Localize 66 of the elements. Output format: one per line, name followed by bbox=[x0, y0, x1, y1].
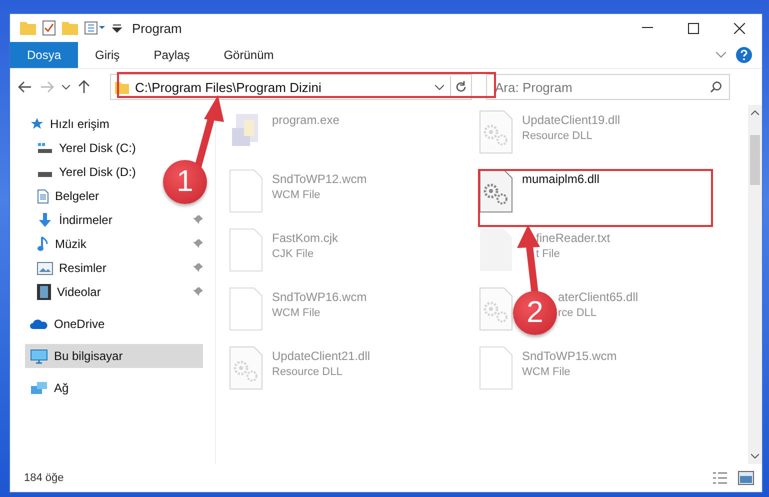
sidebar-item[interactable]: Belgeler bbox=[25, 184, 104, 208]
file-type: WCM File bbox=[522, 366, 570, 378]
customize-icon bbox=[112, 23, 122, 33]
chevron-down-icon[interactable] bbox=[62, 84, 70, 90]
step-badge: 1 bbox=[163, 160, 207, 204]
close-icon[interactable] bbox=[734, 22, 744, 34]
file-type: WCM File bbox=[272, 189, 320, 201]
network-icon bbox=[30, 380, 48, 396]
sidebar-item[interactable]: Bu bilgisayar bbox=[25, 344, 203, 368]
sidebar-item[interactable]: İndirmeler bbox=[25, 208, 203, 232]
file-type: CJK File bbox=[272, 248, 314, 260]
refresh-icon[interactable] bbox=[455, 81, 467, 93]
image-icon bbox=[37, 262, 53, 274]
search-field[interactable]: Ara: Program bbox=[486, 74, 730, 100]
star-icon bbox=[30, 117, 44, 131]
file-type: rce DLL bbox=[558, 307, 597, 319]
sidebar-item[interactable]: Müzik bbox=[25, 232, 203, 256]
computer-icon bbox=[30, 348, 48, 364]
scroll-down-icon[interactable] bbox=[751, 454, 759, 459]
pin-icon bbox=[193, 263, 203, 273]
chevron-down-icon[interactable] bbox=[716, 52, 726, 58]
help-icon[interactable] bbox=[736, 47, 752, 63]
pin-icon bbox=[193, 215, 203, 225]
details-view-icon[interactable] bbox=[712, 471, 728, 485]
sidebar-item[interactable]: Resimler bbox=[25, 256, 203, 280]
pin-icon bbox=[193, 239, 203, 249]
properties-icon bbox=[42, 20, 56, 36]
sidebar-item[interactable]: Yerel Disk (C:) bbox=[25, 136, 140, 160]
view-icon bbox=[84, 21, 106, 35]
address-bar[interactable]: C:\Program Files\Program Dizini bbox=[110, 74, 472, 100]
film-icon bbox=[37, 284, 51, 300]
download-icon bbox=[37, 212, 53, 228]
file-type: t File bbox=[536, 248, 560, 260]
file-name[interactable]: mumaiplm6.dll bbox=[522, 172, 600, 186]
music-note-icon bbox=[37, 236, 49, 252]
scroll-thumb[interactable] bbox=[750, 135, 760, 185]
sidebar-item[interactable]: OneDrive bbox=[25, 312, 109, 336]
maximize-icon[interactable] bbox=[688, 22, 698, 34]
ribbon-tab[interactable]: Giriş bbox=[78, 42, 137, 68]
scrollbar[interactable] bbox=[748, 105, 762, 464]
step-badge: 2 bbox=[513, 291, 557, 335]
window-title: Program bbox=[132, 20, 182, 36]
file-type: WCM File bbox=[272, 307, 320, 319]
back-icon[interactable] bbox=[18, 81, 32, 93]
pin-icon bbox=[193, 287, 203, 297]
cloud-icon bbox=[30, 318, 48, 330]
search-icon bbox=[710, 81, 722, 93]
item-count: 184 öğe bbox=[24, 472, 64, 484]
ribbon-tab[interactable]: Paylaş bbox=[136, 42, 207, 68]
file-type: Resource DLL bbox=[272, 366, 342, 378]
chevron-down-icon bbox=[435, 84, 444, 90]
sidebar-item[interactable]: Videolar bbox=[25, 280, 203, 304]
ribbon-tab[interactable]: Dosya bbox=[10, 42, 78, 68]
file-type: Resource DLL bbox=[522, 130, 592, 142]
sidebar-item[interactable]: Yerel Disk (D:) bbox=[25, 160, 140, 184]
scroll-up-icon[interactable] bbox=[751, 110, 759, 115]
document-icon bbox=[37, 188, 49, 204]
folder-icon bbox=[20, 21, 36, 35]
drive-icon bbox=[37, 142, 53, 154]
up-icon[interactable] bbox=[78, 80, 90, 94]
ribbon-tab[interactable]: Görünüm bbox=[206, 42, 291, 68]
minimize-icon[interactable] bbox=[642, 27, 652, 29]
new-folder-icon bbox=[62, 21, 78, 35]
large-icons-view-icon[interactable] bbox=[738, 471, 754, 485]
sidebar-item[interactable]: Ağ bbox=[25, 376, 73, 400]
sidebar-item[interactable]: Hızlı erişim bbox=[25, 112, 114, 136]
